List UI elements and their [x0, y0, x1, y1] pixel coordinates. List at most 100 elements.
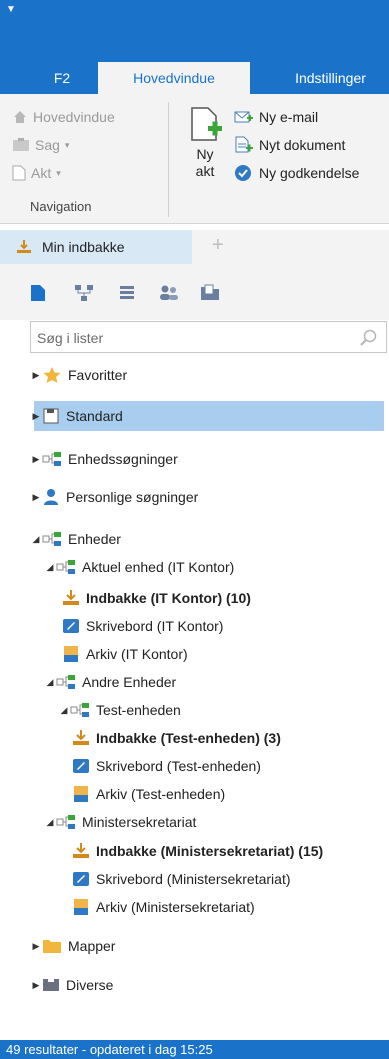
main-window-label: Hovedvindue: [33, 109, 115, 125]
new-email-button[interactable]: Ny e-mail: [234, 106, 318, 128]
tree-item-standard[interactable]: ▶ Standard: [0, 401, 389, 431]
tree-item-unit-searches[interactable]: ▶ Enhedssøgninger: [0, 444, 389, 474]
tree-label: Skrivebord (IT Kontor): [86, 618, 224, 634]
tree-item-misc[interactable]: ▶ Diverse: [0, 970, 389, 1000]
tree-label: Indbakke (Test-enheden) (3): [96, 730, 281, 746]
home-icon: [14, 111, 26, 123]
collapse-arrow-icon[interactable]: ◢: [44, 677, 56, 688]
users-icon[interactable]: [158, 284, 180, 302]
tab-f2[interactable]: F2: [38, 62, 86, 94]
tree-label: Ministersekretariat: [82, 814, 197, 830]
tree-label: Indbakke (Ministersekretariat) (15): [96, 843, 324, 859]
collapse-arrow-icon[interactable]: ◢: [58, 705, 70, 716]
tree-item-units[interactable]: ◢ Enheder: [0, 524, 389, 554]
expand-arrow-icon[interactable]: ▶: [30, 454, 42, 465]
document-icon: [12, 165, 26, 181]
tree-item-ministry[interactable]: ◢ Ministersekretariat: [0, 807, 389, 837]
tree-item-archive-test[interactable]: Arkiv (Test-enheden): [0, 779, 389, 809]
expand-arrow-icon[interactable]: ▶: [30, 941, 42, 952]
tree-item-desk-it[interactable]: Skrivebord (IT Kontor): [0, 611, 389, 641]
case-label: Sag: [35, 137, 60, 153]
new-document-label: Nyt dokument: [259, 137, 346, 153]
inbox-icon: [72, 842, 90, 860]
collapse-arrow-icon[interactable]: ◢: [44, 562, 56, 573]
chevron-down-icon: ▾: [56, 167, 61, 178]
search-input[interactable]: Søg i lister: [30, 321, 387, 353]
tree-label: Personlige søgninger: [66, 489, 199, 505]
tree-label: Arkiv (IT Kontor): [86, 646, 188, 662]
unit-network-icon: [42, 451, 62, 467]
expand-arrow-icon[interactable]: ▶: [30, 411, 42, 422]
desk-icon: [72, 757, 90, 775]
tree-item-current-unit[interactable]: ◢ Aktuel enhed (IT Kontor): [0, 552, 389, 582]
archive-icon: [72, 785, 90, 803]
person-icon: [42, 488, 60, 506]
quick-access-menu-icon[interactable]: ▼: [6, 4, 16, 15]
unit-network-icon: [56, 814, 76, 830]
inbox-icon: [17, 240, 31, 253]
tree-item-folders[interactable]: ▶ Mapper: [0, 931, 389, 961]
document-plus-icon: [235, 136, 253, 153]
new-record-button[interactable]: Ny akt: [180, 106, 230, 180]
tree-item-desk-ministry[interactable]: Skrivebord (Ministersekretariat): [0, 864, 389, 894]
expand-arrow-icon[interactable]: ▶: [30, 370, 42, 381]
document-filled-icon[interactable]: [30, 284, 46, 302]
email-icon: [234, 111, 253, 123]
desk-icon: [72, 870, 90, 888]
tree-item-archive-ministry[interactable]: Arkiv (Ministersekretariat): [0, 892, 389, 922]
status-bar: 49 resultater - opdateret i dag 15:25: [0, 1040, 389, 1059]
record-button[interactable]: Akt ▾: [12, 162, 61, 184]
new-record-label-1: Ny: [196, 146, 214, 162]
desk-icon: [62, 617, 80, 635]
new-approval-label: Ny godkendelse: [259, 165, 360, 181]
tree-item-desk-test[interactable]: Skrivebord (Test-enheden): [0, 751, 389, 781]
tree-label: Indbakke (IT Kontor) (10): [86, 590, 251, 606]
archive-icon: [62, 645, 80, 663]
case-icon: [13, 138, 29, 151]
expand-arrow-icon[interactable]: ▶: [30, 492, 42, 503]
tree-label: Arkiv (Ministersekretariat): [96, 899, 255, 915]
case-button[interactable]: Sag ▾: [12, 134, 69, 156]
search-icon[interactable]: [358, 328, 378, 348]
tree-item-favorites[interactable]: ▶ Favoritter: [0, 360, 389, 390]
tree-item-other-units[interactable]: ◢ Andre Enheder: [0, 667, 389, 697]
tree-label: Arkiv (Test-enheden): [96, 786, 226, 802]
tree-item-inbox-ministry[interactable]: Indbakke (Ministersekretariat) (15): [0, 836, 389, 866]
tree-label: Standard: [66, 408, 123, 424]
ribbon-tabs: F2 Hovedvindue Indstillinger: [0, 62, 389, 94]
unit-network-icon: [70, 702, 90, 718]
document-tab-strip: Min indbakke +: [0, 230, 389, 264]
collapse-arrow-icon[interactable]: ◢: [30, 534, 42, 545]
folder-icon: [42, 938, 62, 954]
new-approval-button[interactable]: Ny godkendelse: [234, 162, 359, 184]
tree-item-inbox-test[interactable]: Indbakke (Test-enheden) (3): [0, 723, 389, 753]
tree-item-test-unit[interactable]: ◢ Test-enheden: [0, 695, 389, 725]
tab-main-window[interactable]: Hovedvindue: [98, 62, 250, 94]
tree-item-archive-it[interactable]: Arkiv (IT Kontor): [0, 639, 389, 669]
tree-label: Skrivebord (Ministersekretariat): [96, 871, 291, 887]
tree-item-inbox-it[interactable]: Indbakke (IT Kontor) (10): [0, 583, 389, 613]
main-window-button[interactable]: Hovedvindue: [12, 106, 115, 128]
add-tab-icon[interactable]: +: [212, 234, 224, 257]
tree-label: Skrivebord (Test-enheden): [96, 758, 261, 774]
standard-list-icon: [42, 407, 60, 425]
expand-arrow-icon[interactable]: ▶: [30, 980, 42, 991]
title-bar: ▼: [0, 0, 389, 62]
ribbon-group-label: Navigation: [30, 199, 92, 214]
folder-document-icon[interactable]: [200, 284, 220, 302]
new-document-button[interactable]: Nyt dokument: [234, 134, 345, 156]
collapse-arrow-icon[interactable]: ◢: [44, 817, 56, 828]
new-email-label: Ny e-mail: [259, 109, 319, 125]
list-icon[interactable]: [118, 284, 136, 302]
tree-label: Favoritter: [68, 367, 128, 383]
hierarchy-icon[interactable]: [74, 284, 94, 302]
tab-my-inbox[interactable]: Min indbakke: [0, 230, 192, 264]
chevron-down-icon: ▾: [64, 139, 70, 150]
tab-settings[interactable]: Indstillinger: [272, 62, 389, 94]
approval-check-icon: [235, 165, 251, 181]
tree-label: Mapper: [68, 938, 116, 954]
tree-item-personal-searches[interactable]: ▶ Personlige søgninger: [0, 482, 389, 512]
tree-label: Aktuel enhed (IT Kontor): [82, 559, 235, 575]
new-record-label-2: akt: [195, 163, 215, 179]
new-document-plus-icon: [191, 107, 222, 141]
